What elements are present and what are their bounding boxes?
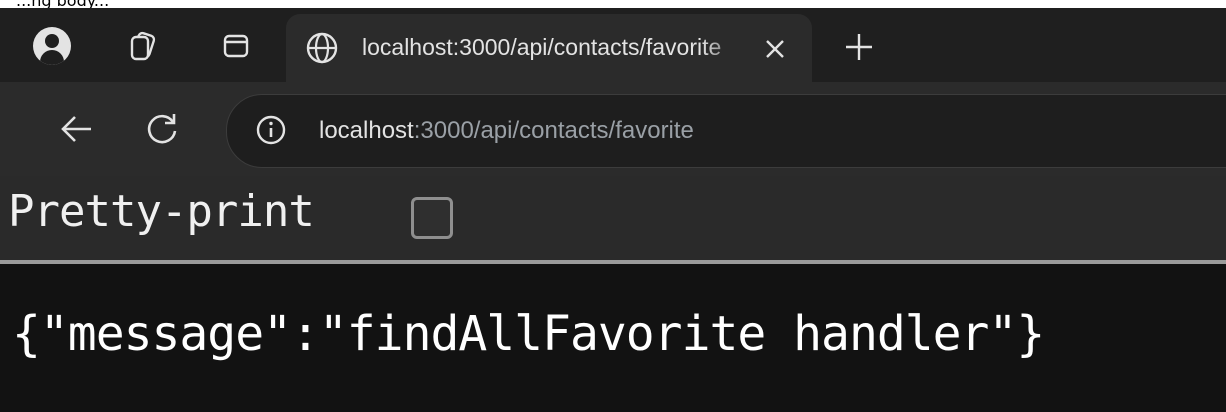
profile-avatar-icon — [33, 27, 71, 65]
toolbar: localhost:3000/api/contacts/favorite — [0, 82, 1226, 176]
pretty-print-bar: Pretty-print — [0, 176, 1226, 264]
url-host: localhost — [319, 117, 414, 144]
pretty-print-checkbox[interactable] — [411, 197, 453, 239]
info-icon[interactable] — [255, 114, 287, 146]
address-url: localhost:3000/api/contacts/favorite — [319, 117, 694, 145]
tab-strip: localhost:3000/api/contacts/favorite — [0, 8, 1226, 82]
partial-content-above: ...ng body... — [0, 0, 1226, 10]
back-arrow-icon — [61, 116, 91, 142]
url-path: :3000/api/contacts/favorite — [413, 117, 694, 144]
globe-icon — [306, 32, 338, 64]
reload-button[interactable] — [140, 106, 186, 152]
tab-title: localhost:3000/api/contacts/favorite — [362, 34, 722, 60]
plus-icon — [846, 34, 872, 60]
tab-actions-icon — [223, 34, 249, 58]
browser-window: localhost:3000/api/contacts/favorite loc… — [0, 8, 1226, 412]
workspaces-icon — [130, 31, 156, 61]
pretty-print-label: Pretty-print — [8, 186, 315, 237]
profile-button[interactable] — [26, 20, 78, 72]
page-content: Pretty-print {"message":"findAllFavorite… — [0, 176, 1226, 412]
tab-actions-button[interactable] — [210, 20, 262, 72]
new-tab-button[interactable] — [834, 22, 884, 72]
close-icon[interactable] — [762, 36, 788, 62]
back-button[interactable] — [54, 106, 100, 152]
reload-icon — [147, 114, 177, 144]
address-bar[interactable]: localhost:3000/api/contacts/favorite — [226, 94, 1226, 168]
json-response-text: {"message":"findAllFavorite handler"} — [12, 306, 1045, 362]
tab-active[interactable]: localhost:3000/api/contacts/favorite — [286, 14, 812, 82]
workspaces-button[interactable] — [116, 20, 168, 72]
